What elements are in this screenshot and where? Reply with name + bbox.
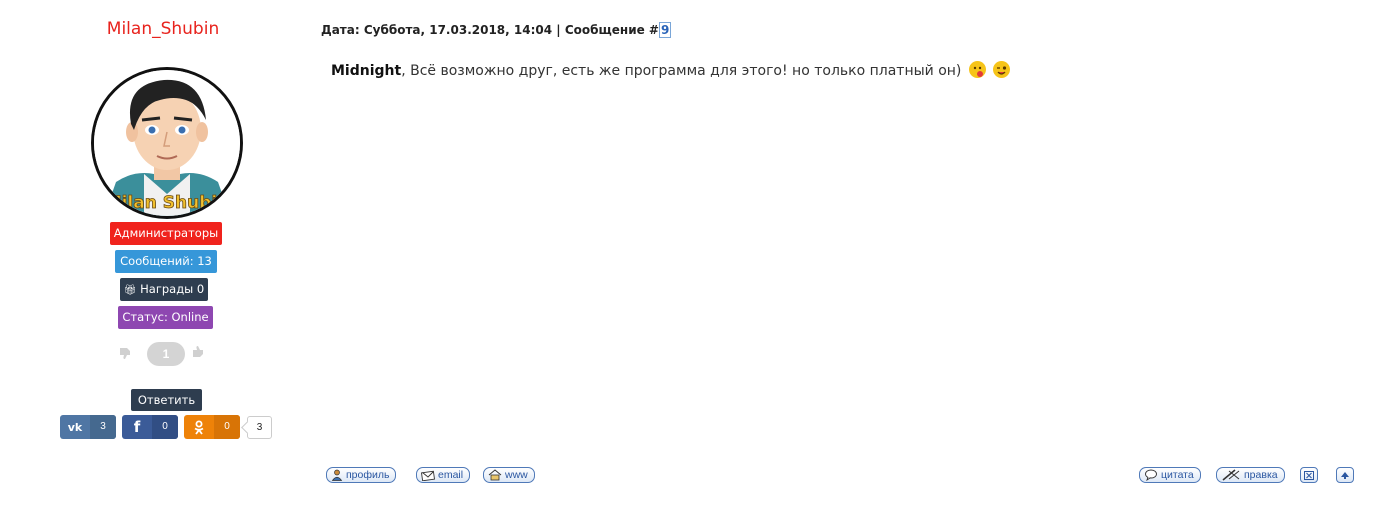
- facebook-share-count: 0: [152, 415, 178, 439]
- vk-icon: vk: [67, 420, 83, 434]
- share-odnoklassniki-button[interactable]: 0: [184, 415, 240, 439]
- posts-count-badge[interactable]: Сообщений: 13: [115, 250, 217, 273]
- quote-label: цитата: [1161, 469, 1194, 481]
- profile-label: профиль: [346, 469, 390, 481]
- emoji-wink-icon: [993, 61, 1011, 78]
- edit-button[interactable]: правка: [1216, 467, 1285, 483]
- post-addressee[interactable]: Midnight: [331, 63, 401, 79]
- edit-pencil-icon: [1222, 469, 1240, 481]
- awards-label: Награды 0: [140, 282, 205, 296]
- quote-bubble-icon: [1145, 469, 1157, 481]
- emoji-tongue-icon: [968, 61, 986, 78]
- www-label: www: [505, 469, 528, 481]
- reputation-count: 1: [147, 342, 185, 366]
- email-label: email: [438, 469, 464, 481]
- share-total-count: 3: [247, 416, 272, 439]
- user-icon: [331, 469, 343, 481]
- quote-button[interactable]: цитата: [1139, 467, 1201, 483]
- avatar[interactable]: Milan Shubin: [91, 67, 243, 219]
- status-badge: Статус: Online: [118, 306, 213, 329]
- group-badge[interactable]: Администраторы: [110, 222, 222, 245]
- gift-icon: 🎁︎: [123, 285, 137, 296]
- profile-button[interactable]: профиль: [326, 467, 397, 483]
- scroll-top-button[interactable]: [1336, 467, 1354, 483]
- svg-text:Milan Shubin: Milan Shubin: [105, 193, 230, 213]
- thumbs-down-icon[interactable]: [119, 346, 133, 360]
- thumbs-up-icon[interactable]: [192, 345, 206, 359]
- share-facebook-button[interactable]: f 0: [122, 415, 178, 439]
- post-message: Midnight, Всё возможно друг, есть же про…: [331, 61, 1011, 79]
- delete-x-icon: [1304, 470, 1314, 480]
- odnoklassniki-share-count: 0: [214, 415, 240, 439]
- email-button[interactable]: email: [416, 467, 471, 483]
- envelope-icon: [421, 470, 435, 481]
- facebook-icon: f: [133, 418, 141, 436]
- vk-share-count: 3: [90, 415, 116, 439]
- reply-button[interactable]: Ответить: [131, 389, 202, 411]
- username[interactable]: Milan_Shubin: [0, 19, 326, 39]
- share-vk-button[interactable]: vk 3: [60, 415, 116, 439]
- post-text: , Всё возможно друг, есть же программа д…: [401, 63, 962, 79]
- www-button[interactable]: www: [483, 467, 535, 483]
- edit-label: правка: [1244, 469, 1278, 481]
- post-number-link[interactable]: 9: [658, 22, 672, 38]
- delete-button[interactable]: [1300, 467, 1318, 483]
- home-icon: [488, 469, 502, 481]
- arrow-up-icon: [1341, 471, 1349, 479]
- avatar-image: Milan Shubin: [94, 70, 240, 216]
- post-date: Дата: Суббота, 17.03.2018, 14:04 | Сообщ…: [321, 23, 659, 37]
- user-panel: Milan_Shubin Milan Shubin Администраторы…: [0, 0, 330, 512]
- awards-badge[interactable]: 🎁︎ Награды 0: [120, 278, 208, 301]
- post-meta: Дата: Суббота, 17.03.2018, 14:04 | Сообщ…: [321, 22, 672, 38]
- odnoklassniki-icon: [184, 415, 214, 439]
